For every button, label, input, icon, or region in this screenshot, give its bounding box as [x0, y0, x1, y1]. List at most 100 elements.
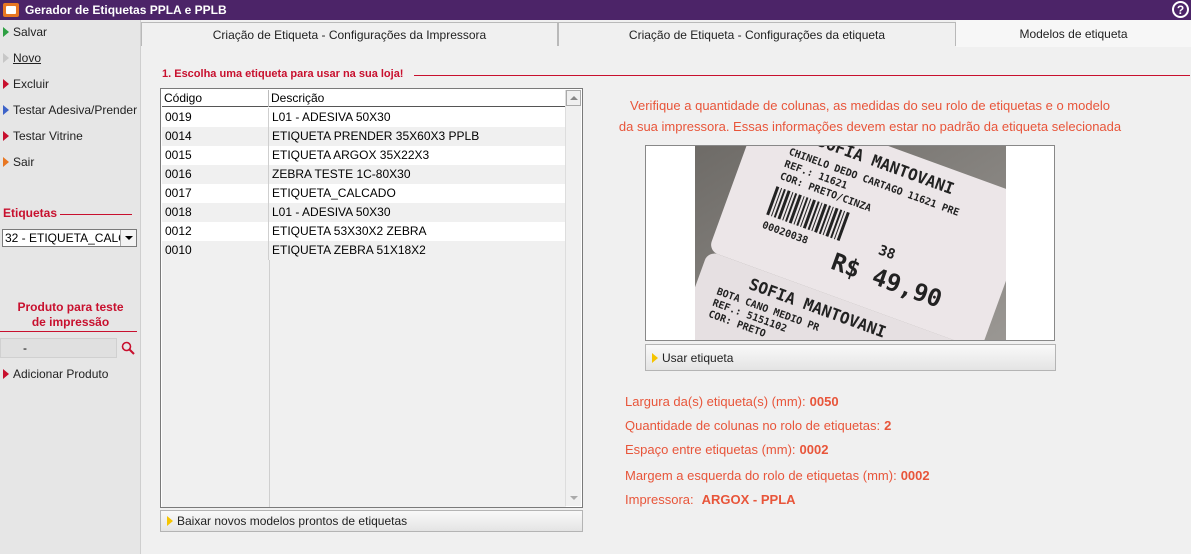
app-icon [3, 3, 19, 17]
cell-codigo: 0012 [162, 222, 269, 241]
cell-codigo: 0015 [162, 146, 269, 165]
delete-label: Excluir [13, 77, 50, 91]
use-label-text: Usar etiqueta [662, 350, 734, 365]
green-triangle-icon [3, 27, 9, 37]
instructions-text: Verifique a quantidade de colunas, as me… [600, 95, 1140, 137]
table-empty-area [162, 260, 566, 507]
scroll-up-icon[interactable] [566, 90, 581, 106]
test-vitrine-button[interactable]: Testar Vitrine [3, 127, 83, 145]
produto-input[interactable]: - [0, 338, 117, 358]
blue-triangle-icon [3, 105, 9, 115]
cell-codigo: 0014 [162, 127, 269, 146]
produto-divider [0, 331, 137, 332]
spec-width-value: 0050 [809, 394, 839, 409]
save-label: Salvar [13, 25, 48, 39]
scroll-down-icon[interactable] [566, 490, 581, 506]
instructions-line2: da sua impressora. Essas informações dev… [618, 119, 1122, 134]
spec-width: Largura da(s) etiqueta(s) (mm): 0050 [625, 394, 839, 409]
labels-table: Código Descrição 0019 L01 - ADESIVA 50X30… [160, 88, 583, 508]
spec-margin-label: Margem a esquerda do rolo de etiquetas (… [625, 468, 897, 483]
chevron-down-icon[interactable] [120, 230, 136, 246]
spec-columns-value: 2 [884, 418, 892, 433]
table-scrollbar[interactable] [565, 90, 581, 506]
window-title: Gerador de Etiquetas PPLA e PPLB [25, 3, 227, 17]
download-models-button[interactable]: Baixar novos modelos prontos de etiqueta… [160, 510, 583, 532]
table-body: 0019 L01 - ADESIVA 50X30 0014 ETIQUETA PRE… [162, 108, 566, 260]
cell-codigo: 0016 [162, 165, 269, 184]
produto-title: Produto para teste de impressão [0, 300, 141, 330]
instructions-line1: Verifique a quantidade de colunas, as me… [630, 98, 1110, 113]
etiquetas-select[interactable]: 32 - ETIQUETA_CALCA [2, 229, 137, 247]
cell-codigo: 0010 [162, 241, 269, 260]
cell-descricao: ETIQUETA 53X30X2 ZEBRA [272, 224, 427, 238]
red-triangle-icon [3, 369, 9, 379]
step-label: 1. Escolha uma etiqueta para usar na sua… [162, 68, 404, 80]
download-models-label: Baixar novos modelos prontos de etiqueta… [177, 514, 408, 528]
spec-printer-value: ARGOX - PPLA [701, 492, 796, 507]
spec-margin: Margem a esquerda do rolo de etiquetas (… [625, 468, 930, 483]
label-photo-graphic: SOFIA MANTOVANI CHINELO DEDO CARTAGO 116… [695, 146, 1006, 340]
produto-title-line2: de impressão [31, 315, 110, 329]
orange-triangle-icon [3, 157, 9, 167]
new-label: Novo [13, 51, 42, 65]
save-button[interactable]: Salvar [3, 23, 47, 41]
table-row[interactable]: 0019 L01 - ADESIVA 50X30 [162, 108, 566, 127]
spec-margin-value: 0002 [900, 468, 930, 483]
tab-label-config[interactable]: Criação de Etiqueta - Configurações da e… [558, 22, 956, 46]
column-header-descricao[interactable]: Descrição [269, 90, 566, 107]
table-row[interactable]: 0017 ETIQUETA_CALCADO [162, 184, 566, 203]
table-row[interactable]: 0012 ETIQUETA 53X30X2 ZEBRA [162, 222, 566, 241]
yellow-triangle-icon [652, 352, 658, 363]
table-row[interactable]: 0016 ZEBRA TESTE 1C-80X30 [162, 165, 566, 184]
new-button[interactable]: Novo [3, 49, 41, 67]
table-row[interactable]: 0010 ETIQUETA ZEBRA 51X18X2 [162, 241, 566, 260]
spec-spacing: Espaço entre etiquetas (mm): 0002 [625, 442, 828, 457]
spec-spacing-label: Espaço entre etiquetas (mm): [625, 442, 796, 457]
cell-descricao: ETIQUETA_CALCADO [272, 186, 396, 200]
produto-title-line1: Produto para teste [17, 300, 124, 314]
add-product-button[interactable]: Adicionar Produto [3, 365, 108, 383]
title-bar: Gerador de Etiquetas PPLA e PPLB ? [0, 0, 1191, 20]
red-triangle-icon [3, 131, 9, 141]
red-triangle-icon [3, 79, 9, 89]
cell-descricao: ETIQUETA PRENDER 35X60X3 PPLB [272, 129, 480, 143]
label-preview-photo: SOFIA MANTOVANI CHINELO DEDO CARTAGO 116… [695, 146, 1006, 340]
yellow-triangle-icon [167, 516, 173, 526]
use-label-button[interactable]: Usar etiqueta [645, 344, 1056, 371]
exit-button[interactable]: Sair [3, 153, 34, 171]
add-product-label: Adicionar Produto [13, 367, 109, 381]
label-preview-frame: SOFIA MANTOVANI CHINELO DEDO CARTAGO 116… [645, 145, 1055, 341]
tab-label-models[interactable]: Modelos de etiqueta [956, 20, 1191, 47]
cell-descricao: ETIQUETA ZEBRA 51X18X2 [272, 243, 426, 257]
spec-width-label: Largura da(s) etiqueta(s) (mm): [625, 394, 806, 409]
test-adhesive-button[interactable]: Testar Adesiva/Prender [3, 101, 137, 119]
cell-codigo: 0018 [162, 203, 269, 222]
step-divider [414, 75, 1190, 76]
spec-columns-label: Quantidade de colunas no rolo de etiquet… [625, 418, 881, 433]
table-row[interactable]: 0014 ETIQUETA PRENDER 35X60X3 PPLB [162, 127, 566, 146]
tab-bar: Criação de Etiqueta - Configurações da I… [141, 20, 1191, 47]
search-icon[interactable] [121, 341, 135, 355]
cell-codigo: 0017 [162, 184, 269, 203]
cell-descricao: L01 - ADESIVA 50X30 [272, 205, 391, 219]
gray-triangle-icon [3, 53, 9, 63]
spec-printer: Impressora: ARGOX - PPLA [625, 492, 796, 507]
spec-spacing-value: 0002 [799, 442, 829, 457]
exit-label: Sair [13, 155, 35, 169]
column-header-codigo[interactable]: Código [162, 90, 269, 107]
etiquetas-select-value: 32 - ETIQUETA_CALCA [5, 231, 120, 245]
etiquetas-label: Etiquetas [3, 206, 58, 220]
sidebar: Salvar Novo Excluir Testar Adesiva/Prend… [0, 20, 141, 554]
cell-codigo: 0019 [162, 108, 269, 127]
table-row[interactable]: 0015 ETIQUETA ARGOX 35X22X3 [162, 146, 566, 165]
spec-printer-label: Impressora: [625, 492, 694, 507]
help-icon[interactable]: ? [1172, 1, 1189, 18]
tab-printer-config[interactable]: Criação de Etiqueta - Configurações da I… [141, 22, 558, 46]
delete-button[interactable]: Excluir [3, 75, 49, 93]
table-row[interactable]: 0018 L01 - ADESIVA 50X30 [162, 203, 566, 222]
cell-descricao: ETIQUETA ARGOX 35X22X3 [272, 148, 430, 162]
table-header: Código Descrição [162, 90, 566, 107]
etiquetas-divider [60, 214, 132, 215]
cell-descricao: L01 - ADESIVA 50X30 [272, 110, 391, 124]
test-vitrine-label: Testar Vitrine [13, 129, 83, 143]
